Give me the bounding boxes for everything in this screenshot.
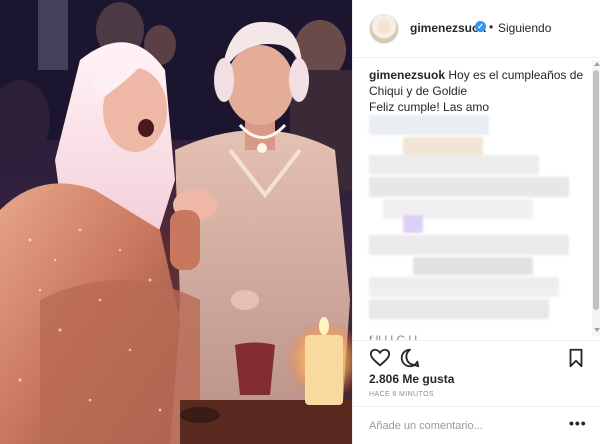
likes-count[interactable]: 2.806 Me gusta [369,372,454,386]
comments-scrollbar[interactable] [592,60,600,336]
more-options-button[interactable]: ••• [569,415,587,431]
post-sidebar: gimenezsuok ✓ • Siguiendo gimenezsuok Ho… [352,0,600,444]
caption-line-2: Chiqui y de Goldie [369,84,468,98]
post-caption: gimenezsuok Hoy es el cumpleaños de Chiq… [369,67,589,115]
photo-illustration [0,0,352,444]
scroll-down-arrow-icon[interactable] [594,328,600,332]
caption-username-link[interactable]: gimenezsuok [369,68,445,82]
speech-bubble-icon[interactable] [399,347,421,369]
bookmark-icon[interactable] [565,347,587,369]
follow-status-button[interactable]: Siguiendo [498,21,551,35]
caption-line-3: Feliz cumple! Las amo [369,100,490,114]
caption-line-1: Hoy es el cumpleaños de [448,68,584,82]
profile-avatar[interactable] [369,14,399,44]
scroll-up-arrow-icon[interactable] [594,62,600,66]
scrollbar-thumb[interactable] [593,70,599,310]
comments-list: gimenezsuok Hoy es el cumpleaños de Chiq… [353,59,600,337]
heart-icon[interactable] [369,347,391,369]
post-photo[interactable] [0,0,352,444]
post-actions [353,340,600,370]
verified-badge-icon: ✓ [475,21,486,32]
separator-dot: • [489,20,494,34]
add-comment-bar: ••• [353,406,600,444]
comment-input[interactable] [369,417,549,435]
post-header: gimenezsuok ✓ • Siguiendo [353,0,600,58]
post-timestamp[interactable]: HACE 6 MINUTOS [369,391,434,398]
